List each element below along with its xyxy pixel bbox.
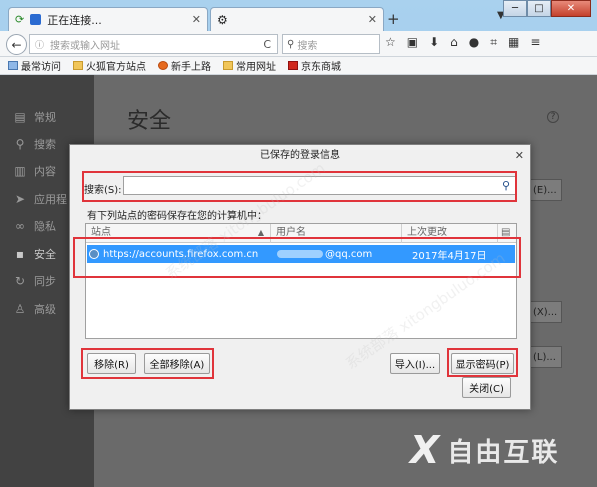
lock-icon: ▪ [15,247,25,261]
info-icon: ⓘ [35,40,45,51]
screenshot-icon[interactable]: ⌗ [490,35,497,50]
bookmark-jd[interactable]: 京东商城 [288,58,341,73]
wizard-icon: ♙ [14,302,26,316]
import-button[interactable]: 导入(I)... [390,353,440,374]
search-icon: ⚲ [15,137,25,151]
folder-icon [223,61,233,70]
url-input[interactable]: ⓘ 搜索或输入网址 C [29,34,278,54]
search-icon: ⚲ [287,38,295,50]
reading-list-icon[interactable]: ▣ [407,35,418,50]
close-tab-icon-2[interactable]: ✕ [368,13,377,26]
logo-x-icon: X [410,428,442,472]
page-title: 安全 [127,109,172,134]
chat-icon[interactable]: ● [469,35,479,50]
sidebar-item-label: 搜索 [34,138,56,151]
exceptions-button-2[interactable]: (X)... [526,301,562,323]
sidebar-item-label: 内容 [34,165,56,178]
sidebar-item-label: 应用程 [34,193,67,206]
window-controls: ─ □ ✕ [503,0,591,17]
url-placeholder: 搜索或输入网址 [50,40,120,52]
menu-icon[interactable]: ≡ [530,35,540,50]
sidebar-item-label: 隐私 [34,220,56,233]
highlight-remove-buttons [81,348,214,379]
bookmark-getting-started[interactable]: 新手上路 [158,58,211,73]
bookmark-common-sites[interactable]: 常用网址 [223,58,276,73]
favicon-icon [30,14,42,25]
general-icon: ▤ [14,110,26,124]
firefox-icon [158,61,168,70]
home-icon[interactable]: ⌂ [450,35,458,50]
bookmark-star-icon[interactable]: ☆ [385,35,396,50]
sidebar-item-security[interactable]: ▪ 安全 [14,246,56,262]
sidebar-item-search[interactable]: ⚲ 搜索 [14,136,56,152]
bookmark-label: 新手上路 [171,62,211,73]
highlight-show-passwords [447,348,518,377]
rocket-icon: ➤ [14,192,26,206]
nav-bar: ← ⓘ 搜索或输入网址 C ⚲ 搜索 ☆ ▣ ⬇ ⌂ ● ⌗ ▦ ≡ [0,31,597,57]
sidebar-item-label: 高级 [34,303,56,316]
browser-window: ⟳ 正在连接... ✕ ⚙ ✕ + ▼ ─ □ ✕ ← ⓘ 搜索或输入网址 C … [0,0,597,487]
new-tab-button[interactable]: + [387,10,400,28]
tab-label: 正在连接... [47,13,102,27]
toolbar-icons: ☆ ▣ ⬇ ⌂ ● ⌗ ▦ ≡ [385,35,540,50]
minimize-button[interactable]: ─ [503,0,527,17]
folder-icon [73,61,83,70]
close-icon[interactable]: ✕ [515,149,524,162]
bookmark-label: 火狐官方站点 [86,62,146,73]
bookmark-label: 京东商城 [301,62,341,73]
document-icon: ▥ [14,164,26,178]
reload-icon[interactable]: C [263,38,271,51]
maximize-button[interactable]: □ [527,0,551,17]
apps-icon[interactable]: ▦ [508,35,519,50]
help-icon[interactable]: ? [547,111,559,123]
tab-bar: ⟳ 正在连接... ✕ ⚙ ✕ + ▼ ─ □ ✕ [0,0,597,31]
bookmark-most-visited[interactable]: 最常访问 [8,58,61,73]
bookmark-label: 常用网址 [236,62,276,73]
bookmark-folder-icon [8,61,18,70]
sidebar-item-general[interactable]: ▤ 常规 [14,109,56,125]
sync-icon: ↻ [14,274,26,288]
loading-icon: ⟳ [15,13,25,26]
back-button[interactable]: ← [6,34,27,55]
logo-text: 自由互联 [447,437,560,468]
bookmarks-bar: 最常访问 火狐官方站点 新手上路 常用网址 京东商城 [0,57,597,75]
sidebar-item-privacy[interactable]: ∞ 隐私 [14,218,56,234]
gear-icon: ⚙ [217,12,228,27]
tab-loading[interactable]: ⟳ 正在连接... ✕ [8,7,208,31]
sidebar-item-advanced[interactable]: ♙ 高级 [14,301,56,317]
bookmark-firefox-official[interactable]: 火狐官方站点 [73,58,146,73]
mask-icon: ∞ [15,219,25,233]
sidebar-item-sync[interactable]: ↻ 同步 [14,273,56,289]
sidebar-item-content[interactable]: ▥ 内容 [14,163,56,179]
jd-icon [288,61,298,70]
close-button[interactable]: 关闭(C) [462,377,511,398]
downloads-icon[interactable]: ⬇ [429,35,439,50]
exceptions-button[interactable]: (E)... [526,179,562,201]
saved-logins-button[interactable]: (L)... [526,346,562,368]
dialog-title: 已保存的登录信息 [260,150,340,161]
bookmark-label: 最常访问 [21,62,61,73]
sidebar-item-label: 常规 [34,111,56,124]
highlight-row [73,237,521,278]
tab-settings[interactable]: ⚙ ✕ [210,7,384,31]
close-window-button[interactable]: ✕ [551,0,591,17]
close-tab-icon[interactable]: ✕ [192,13,201,26]
sidebar-item-label: 安全 [34,248,56,261]
sidebar-item-label: 同步 [34,275,56,288]
site-logo: X 自由互联 [410,428,559,472]
sidebar-item-applications[interactable]: ➤ 应用程 [14,191,67,207]
search-placeholder: 搜索 [297,40,318,52]
search-bar[interactable]: ⚲ 搜索 [282,34,380,54]
